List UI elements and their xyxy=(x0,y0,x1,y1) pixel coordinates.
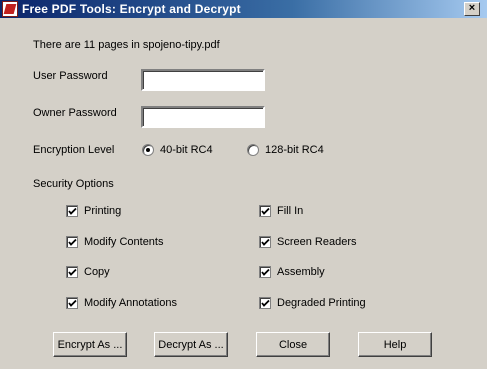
help-button[interactable]: Help xyxy=(358,332,432,357)
radio-40bit-rc4[interactable] xyxy=(142,144,154,156)
radio-40bit-rc4-label: 40-bit RC4 xyxy=(160,144,213,156)
encryption-level-label: Encryption Level xyxy=(33,144,115,156)
page-count-info: There are 11 pages in spojeno-tipy.pdf xyxy=(33,39,220,51)
degraded-printing-checkbox[interactable] xyxy=(259,297,271,309)
modify-annotations-label: Modify Annotations xyxy=(84,297,177,309)
checkmark-icon xyxy=(261,299,270,307)
checkmark-icon xyxy=(68,299,77,307)
title-bar: Free PDF Tools: Encrypt and Decrypt × xyxy=(0,0,487,18)
checkmark-icon xyxy=(68,207,77,215)
modify-contents-checkbox[interactable] xyxy=(66,236,78,248)
printing-label: Printing xyxy=(84,205,122,217)
encrypt-as-button[interactable]: Encrypt As ... xyxy=(53,332,127,357)
screen-readers-label: Screen Readers xyxy=(277,236,357,248)
checkmark-icon xyxy=(261,207,270,215)
radio-128bit-rc4-label: 128-bit RC4 xyxy=(265,144,324,156)
pdf-app-icon xyxy=(2,1,18,17)
decrypt-as-button[interactable]: Decrypt As ... xyxy=(154,332,228,357)
screen-readers-checkbox[interactable] xyxy=(259,236,271,248)
checkmark-icon xyxy=(68,238,77,246)
owner-password-input[interactable] xyxy=(141,106,265,128)
user-password-input[interactable] xyxy=(141,69,265,91)
printing-checkbox[interactable] xyxy=(66,205,78,217)
fill-in-label: Fill In xyxy=(277,205,304,217)
degraded-printing-label: Degraded Printing xyxy=(277,297,366,309)
radio-128bit-rc4[interactable] xyxy=(247,144,259,156)
modify-annotations-checkbox[interactable] xyxy=(66,297,78,309)
assembly-label: Assembly xyxy=(277,266,325,278)
checkmark-icon xyxy=(68,268,77,276)
copy-label: Copy xyxy=(84,266,110,278)
user-password-label: User Password xyxy=(33,70,108,82)
window-close-button[interactable]: × xyxy=(464,2,480,16)
checkmark-icon xyxy=(261,238,270,246)
assembly-checkbox[interactable] xyxy=(259,266,271,278)
owner-password-label: Owner Password xyxy=(33,107,117,119)
fill-in-checkbox[interactable] xyxy=(259,205,271,217)
window-title: Free PDF Tools: Encrypt and Decrypt xyxy=(22,2,241,16)
checkmark-icon xyxy=(261,268,270,276)
security-options-label: Security Options xyxy=(33,178,114,190)
close-button[interactable]: Close xyxy=(256,332,330,357)
copy-checkbox[interactable] xyxy=(66,266,78,278)
modify-contents-label: Modify Contents xyxy=(84,236,164,248)
